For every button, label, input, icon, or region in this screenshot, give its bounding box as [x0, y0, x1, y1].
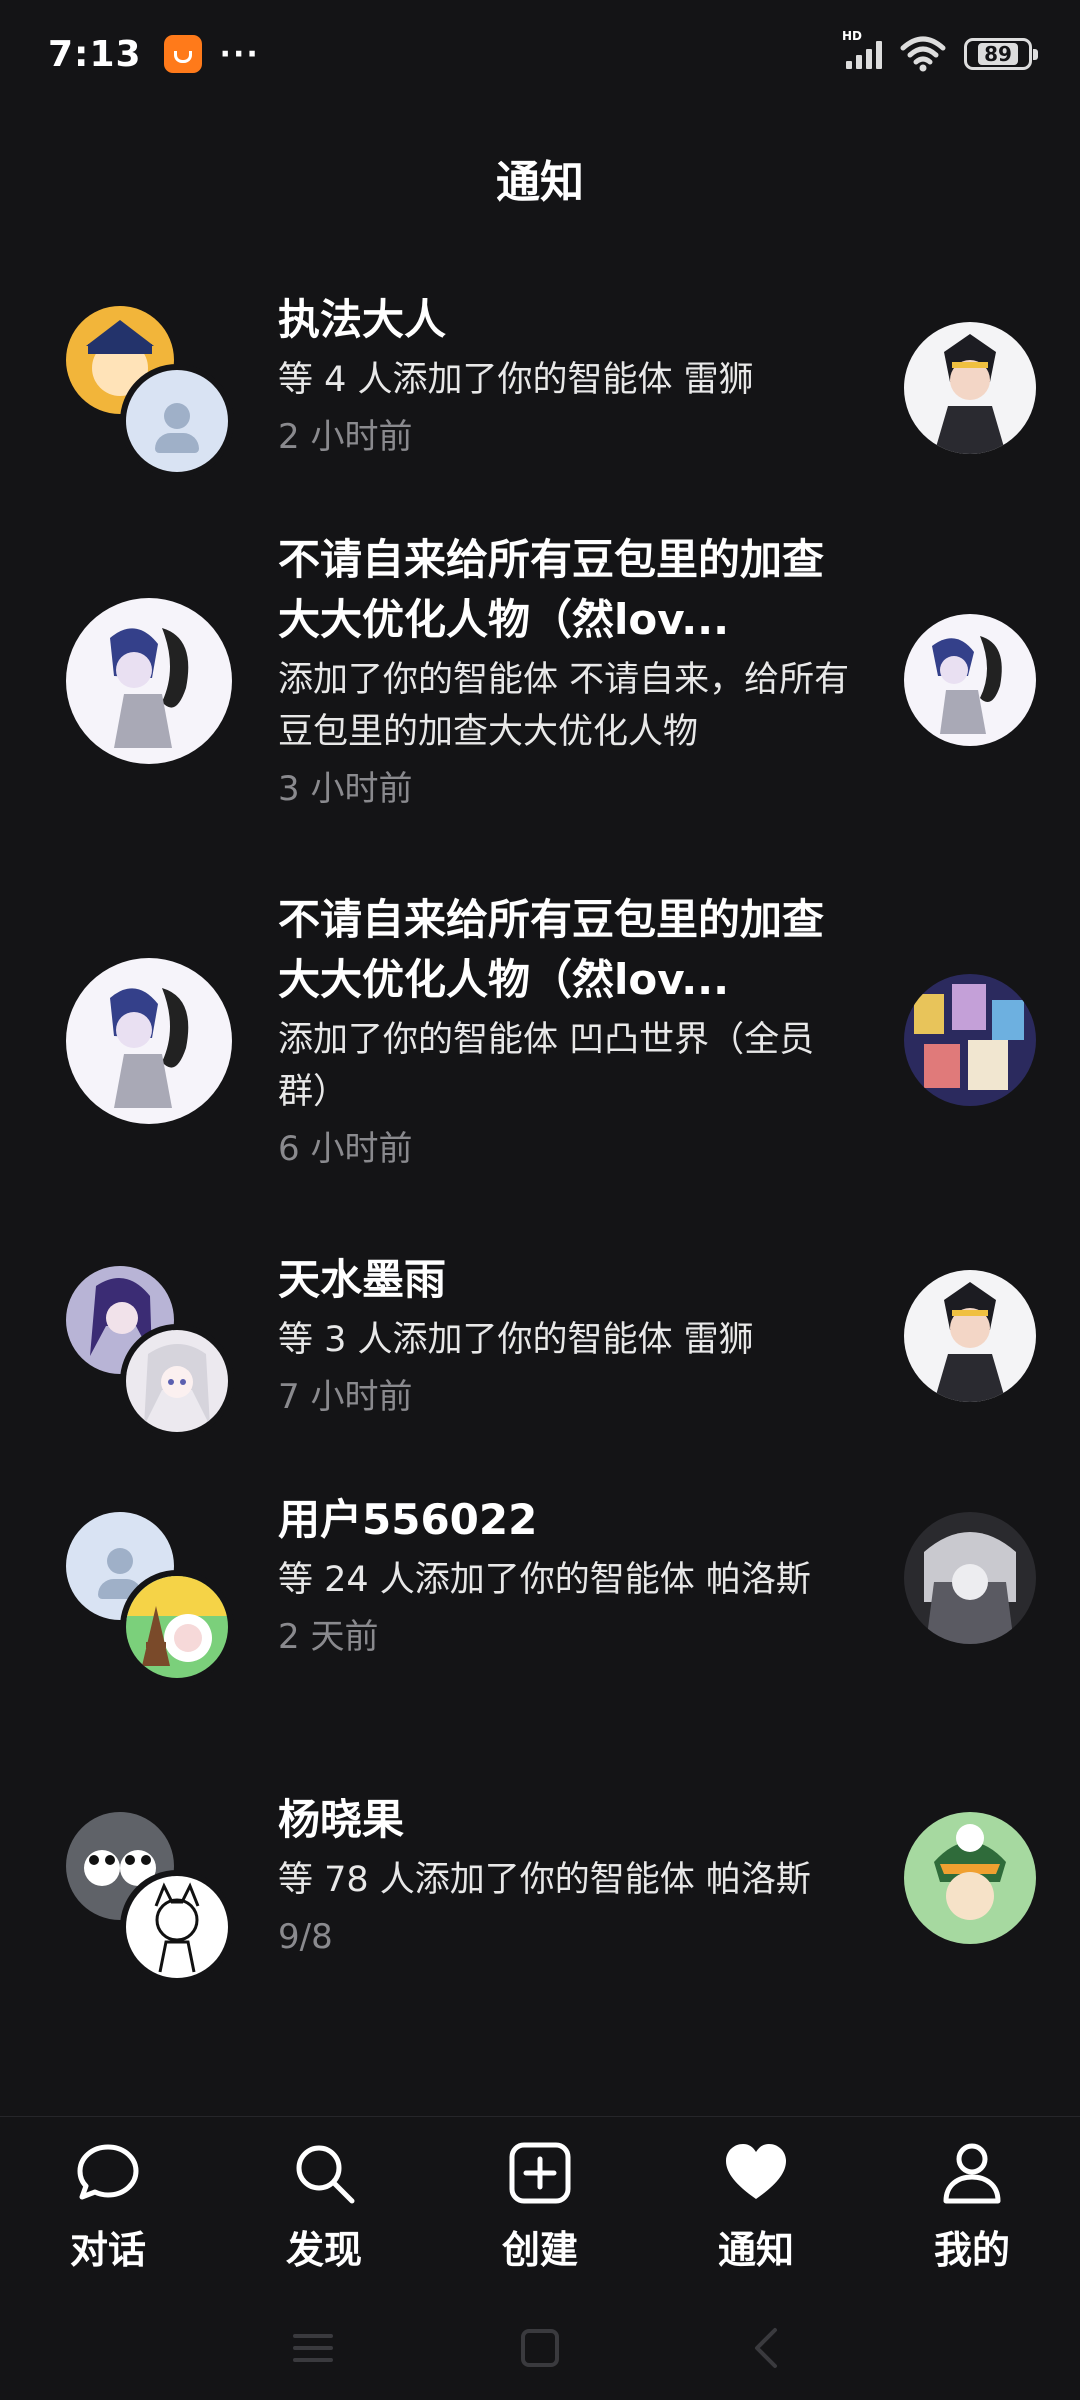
menu-icon[interactable] [291, 2326, 335, 2370]
notification-time: 2 小时前 [278, 417, 413, 457]
notification-time: 6 小时前 [278, 1129, 413, 1169]
notification-item[interactable]: 不请自来给所有豆包里的加查大大优化人物（然lov... 添加了你的智能体 不请自… [0, 530, 1080, 890]
chat-bubble-icon [77, 2144, 139, 2200]
agent-thumbnail[interactable] [904, 1270, 1036, 1402]
notification-title: 执法大人 [278, 295, 447, 344]
notification-item[interactable]: 执法大人 等 4 人添加了你的智能体 雷狮 2 小时前 [0, 290, 1080, 530]
wifi-icon [900, 36, 946, 72]
status-icons: HD 89 [842, 29, 1038, 72]
notification-description: 添加了你的智能体 凹凸世界（全员群） [278, 1020, 815, 1112]
avatar [120, 1324, 234, 1438]
page-title: 通知 [496, 157, 584, 208]
battery-icon: 89 [964, 38, 1038, 70]
notification-item[interactable]: 天水墨雨 等 3 人添加了你的智能体 雷狮 7 小时前 [0, 1250, 1080, 1490]
agent-thumbnail[interactable] [904, 974, 1036, 1106]
avatar [120, 1570, 234, 1684]
agent-thumbnail[interactable] [904, 322, 1036, 454]
notification-description: 添加了你的智能体 不请自来，给所有豆包里的加查大大优化人物 [278, 660, 850, 752]
notification-item[interactable]: 用户556022 等 24 人添加了你的智能体 帕洛斯 2 天前 [0, 1490, 1080, 1790]
bottom-tab-bar: 对话 发现 创建 通知 我的 [0, 2116, 1080, 2296]
tab-label: 我的 [933, 2228, 1010, 2272]
notification-description: 等 3 人添加了你的智能体 雷狮 [278, 1320, 754, 1360]
tab-label: 创建 [501, 2228, 578, 2272]
tab-discover[interactable]: 发现 [216, 2117, 432, 2296]
avatar-placeholder [120, 364, 234, 478]
avatar [66, 598, 232, 764]
tab-label: 发现 [285, 2228, 362, 2272]
search-icon [296, 2145, 355, 2204]
notification-item[interactable]: 不请自来给所有豆包里的加查大大优化人物（然lov... 添加了你的智能体 凹凸世… [0, 890, 1080, 1250]
avatar [120, 1870, 234, 1984]
status-time: 7:13 [48, 33, 142, 75]
tab-chat[interactable]: 对话 [0, 2117, 216, 2296]
notification-time: 9/8 [278, 1917, 333, 1957]
tab-notifications[interactable]: 通知 [648, 2117, 864, 2296]
notification-title: 天水墨雨 [278, 1255, 447, 1304]
tab-profile[interactable]: 我的 [864, 2117, 1080, 2296]
notification-description: 等 4 人添加了你的智能体 雷狮 [278, 360, 754, 400]
network-hd-label: HD [842, 29, 863, 43]
notification-time: 3 小时前 [278, 769, 413, 809]
notification-item[interactable]: 杨晓果 等 78 人添加了你的智能体 帕洛斯 9/8 [0, 1790, 1080, 2090]
notification-description: 等 24 人添加了你的智能体 帕洛斯 [278, 1560, 811, 1600]
notification-time: 2 天前 [278, 1617, 379, 1657]
tab-create[interactable]: 创建 [432, 2117, 648, 2296]
more-notifications-icon: ··· [219, 36, 260, 72]
cellular-signal-icon: HD [842, 29, 882, 69]
agent-thumbnail[interactable] [904, 1812, 1036, 1944]
notification-time: 7 小时前 [278, 1377, 413, 1417]
battery-level: 89 [978, 43, 1018, 65]
notification-title: 不请自来给所有豆包里的加查大大优化人物（然lov... [278, 535, 825, 644]
home-icon[interactable] [518, 2326, 562, 2370]
back-icon[interactable] [745, 2326, 789, 2370]
status-bar: 7:13 ··· HD 89 [0, 0, 1080, 108]
notification-title: 不请自来给所有豆包里的加查大大优化人物（然lov... [278, 895, 825, 1004]
heart-icon [726, 2144, 786, 2199]
system-navigation-bar [0, 2296, 1080, 2400]
tab-label: 通知 [717, 2228, 794, 2272]
notification-description: 等 78 人添加了你的智能体 帕洛斯 [278, 1860, 811, 1900]
notification-title: 杨晓果 [278, 1795, 405, 1844]
plus-square-icon [509, 2142, 571, 2204]
agent-thumbnail[interactable] [904, 1512, 1036, 1644]
notification-title: 用户556022 [278, 1495, 538, 1544]
app-store-icon [163, 35, 202, 73]
tab-label: 对话 [69, 2228, 146, 2272]
avatar [66, 958, 232, 1124]
notification-list: 执法大人 等 4 人添加了你的智能体 雷狮 2 小时前 不请自来给所有豆包里的加… [0, 290, 1080, 2090]
agent-thumbnail[interactable] [904, 614, 1036, 746]
person-icon [943, 2143, 1001, 2204]
